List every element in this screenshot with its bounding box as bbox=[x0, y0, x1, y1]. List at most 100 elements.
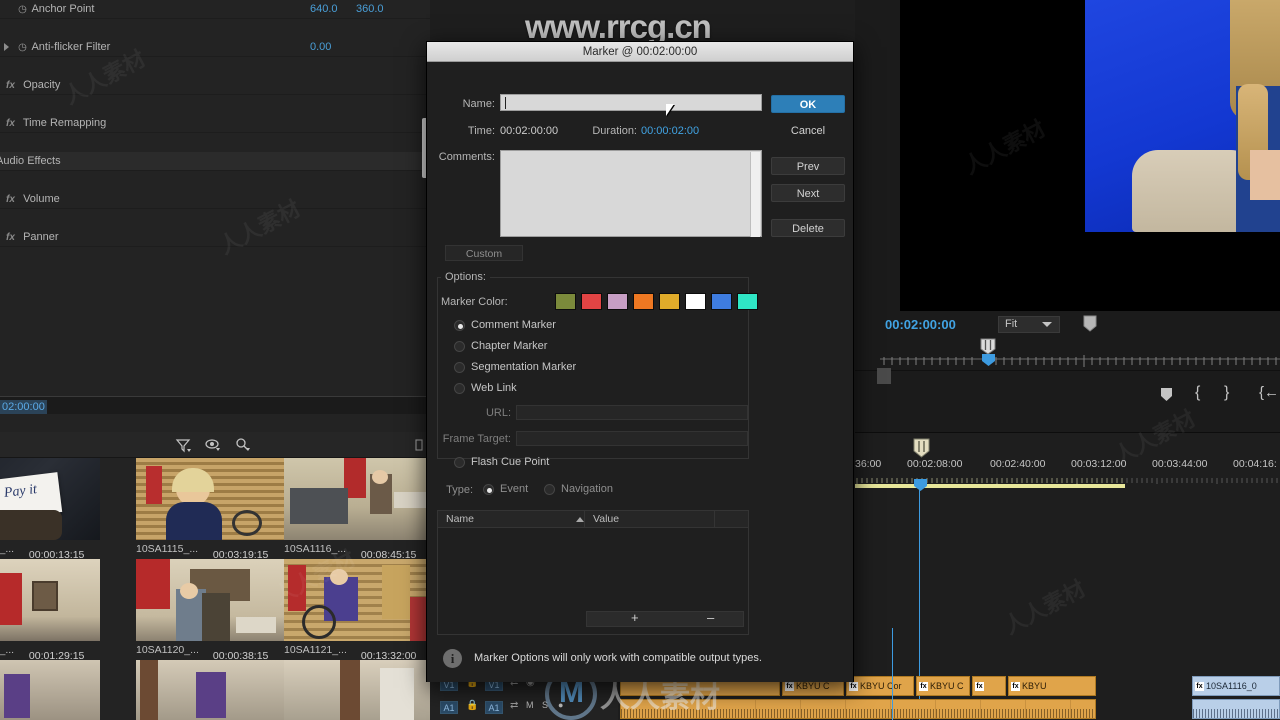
footer-note: Marker Options will only work with compa… bbox=[474, 652, 762, 664]
solo-icon[interactable]: S bbox=[542, 700, 548, 710]
marker-color-swatch-red[interactable] bbox=[581, 293, 602, 310]
marker-color-swatch-violet[interactable] bbox=[607, 293, 628, 310]
timeline-clip[interactable]: fx KBYU C bbox=[916, 676, 970, 696]
effect-value-x[interactable]: 640.0 bbox=[310, 0, 338, 19]
mute-icon[interactable]: M bbox=[526, 700, 534, 710]
radio-type-navigation[interactable] bbox=[544, 484, 555, 495]
chevron-right-icon[interactable] bbox=[4, 43, 9, 51]
marker-color-swatch-blue[interactable] bbox=[711, 293, 732, 310]
clip-thumbnail[interactable] bbox=[136, 559, 284, 641]
marker-color-swatch-cyan[interactable] bbox=[737, 293, 758, 310]
sort-ascending-icon[interactable] bbox=[576, 517, 584, 522]
radio-flash-cue-point[interactable] bbox=[454, 457, 465, 468]
out-point-icon[interactable]: } bbox=[1224, 384, 1229, 402]
clip-thumbnail[interactable] bbox=[284, 559, 432, 641]
program-monitor-timecode[interactable]: 00:02:00:00 bbox=[885, 317, 956, 332]
clip-name: 10SA1119_... bbox=[0, 644, 15, 656]
radio-chapter-marker[interactable] bbox=[454, 341, 465, 352]
clip-thumbnail[interactable] bbox=[136, 458, 284, 540]
clip-thumbnail[interactable] bbox=[0, 660, 100, 720]
list-item[interactable]: 10SA1116_... 00:08:45:15 bbox=[284, 458, 432, 561]
list-item[interactable]: 10SA1119_... 00:01:29:15 bbox=[0, 559, 100, 662]
table-column-value[interactable]: Value bbox=[593, 513, 619, 525]
radio-comment-marker[interactable] bbox=[454, 320, 465, 331]
timeline-audio-clip[interactable] bbox=[1192, 699, 1280, 719]
prev-button[interactable]: Prev bbox=[771, 157, 845, 175]
list-item[interactable] bbox=[0, 660, 100, 720]
list-item[interactable] bbox=[136, 660, 284, 720]
frame-target-input[interactable] bbox=[516, 431, 748, 446]
next-button[interactable]: Next bbox=[771, 184, 845, 202]
clip-thumbnail[interactable] bbox=[0, 559, 100, 641]
program-monitor-video[interactable] bbox=[900, 0, 1280, 311]
timeline-playhead-handle[interactable] bbox=[913, 478, 928, 497]
mouse-cursor bbox=[666, 104, 679, 116]
clip-thumbnail[interactable] bbox=[136, 660, 284, 720]
name-input[interactable] bbox=[500, 94, 762, 111]
filter-icon[interactable] bbox=[174, 437, 192, 453]
url-input[interactable] bbox=[516, 405, 748, 420]
lock-icon[interactable]: 🔒 bbox=[466, 700, 478, 711]
effect-group-audio-effects[interactable]: Audio Effects bbox=[0, 152, 430, 171]
effect-value[interactable]: 0.00 bbox=[310, 38, 331, 57]
cancel-button[interactable]: Cancel bbox=[771, 122, 845, 140]
timeline-clip[interactable]: fx bbox=[972, 676, 1006, 696]
marker-icon[interactable] bbox=[1160, 387, 1173, 402]
tab-custom[interactable]: Custom bbox=[445, 245, 523, 261]
stopwatch-icon[interactable]: ◷ bbox=[16, 0, 29, 19]
timeline-audio-clip[interactable] bbox=[620, 699, 1096, 719]
chevron-down-icon[interactable] bbox=[1042, 322, 1052, 327]
track-header-a1-toggle[interactable]: A1 bbox=[485, 701, 503, 714]
effect-value-y[interactable]: 360.0 bbox=[356, 0, 384, 19]
voice-over-icon[interactable]: ● bbox=[558, 700, 563, 710]
sync-lock-icon[interactable]: ⇄ bbox=[510, 700, 518, 711]
delete-button[interactable]: Delete bbox=[771, 219, 845, 237]
ok-button[interactable]: OK bbox=[771, 95, 845, 113]
export-frame-icon[interactable]: {← bbox=[1259, 384, 1279, 401]
effect-row-anchor-point[interactable]: ◷ Anchor Point 640.0 360.0 bbox=[0, 0, 430, 19]
table-column-name[interactable]: Name bbox=[446, 513, 474, 525]
effect-row-time-remapping[interactable]: fx Time Remapping bbox=[0, 114, 430, 133]
timeline-clip[interactable]: fx KBYU Cor bbox=[846, 676, 914, 696]
fx-badge-icon: fx bbox=[975, 682, 984, 691]
clip-thumbnail[interactable]: Pay it bbox=[0, 458, 100, 540]
marker-icon[interactable] bbox=[1083, 315, 1097, 332]
effect-row-anti-flicker[interactable]: ◷ Anti-flicker Filter 0.00 bbox=[0, 38, 430, 57]
timeline-clip[interactable]: fx 10SA1116_0 bbox=[1192, 676, 1280, 696]
timeline-clip[interactable]: fx KBYU bbox=[1008, 676, 1096, 696]
stopwatch-icon[interactable]: ◷ bbox=[16, 38, 29, 57]
list-item[interactable]: Pay it 10SA1114_... 00:00:13:15 bbox=[0, 458, 100, 561]
list-item[interactable]: 10SA1115_... 00:03:19:15 bbox=[136, 458, 284, 561]
list-item[interactable] bbox=[284, 660, 432, 720]
comments-scrollbar[interactable] bbox=[750, 152, 760, 237]
marker-color-swatch-white[interactable] bbox=[685, 293, 706, 310]
list-item[interactable]: 10SA1121_... 00:13:32:00 bbox=[284, 559, 432, 662]
effect-row-panner[interactable]: fx Panner bbox=[0, 228, 430, 247]
radio-web-link[interactable] bbox=[454, 383, 465, 394]
clip-thumbnail[interactable] bbox=[284, 660, 432, 720]
program-monitor-ruler[interactable] bbox=[880, 355, 1280, 369]
work-area-bar[interactable] bbox=[855, 484, 1125, 488]
ruler-label: 00:02:40:00 bbox=[990, 458, 1046, 470]
marker-color-swatch-gold[interactable] bbox=[659, 293, 680, 310]
remove-row-button[interactable]: – bbox=[707, 610, 714, 625]
radio-type-event[interactable] bbox=[483, 484, 494, 495]
add-row-button[interactable]: + bbox=[631, 610, 639, 625]
list-item[interactable]: 10SA1120_... 00:00:38:15 bbox=[136, 559, 284, 662]
program-monitor: 00:02:00:00 Fit {} {← bbox=[855, 0, 1280, 432]
effect-controls-timecode[interactable]: 02:00:00 bbox=[0, 400, 47, 414]
in-point-icon[interactable]: { bbox=[1195, 384, 1200, 402]
marker-color-swatch-orange[interactable] bbox=[633, 293, 654, 310]
search-icon[interactable] bbox=[234, 437, 252, 453]
track-header-a1[interactable]: A1 bbox=[440, 701, 458, 714]
timeline-ruler[interactable]: 36:00 00:02:08:00 00:02:40:00 00:03:12:0… bbox=[855, 446, 1280, 480]
effect-row-opacity[interactable]: fx Opacity bbox=[0, 76, 430, 95]
fx-badge-icon: fx bbox=[1011, 682, 1020, 691]
radio-segmentation-marker[interactable] bbox=[454, 362, 465, 373]
duration-value[interactable]: 00:00:02:00 bbox=[641, 125, 699, 137]
effect-row-volume[interactable]: fx Volume bbox=[0, 190, 430, 209]
eye-icon[interactable] bbox=[204, 437, 222, 453]
clip-thumbnail[interactable] bbox=[284, 458, 432, 540]
marker-color-swatch-olive[interactable] bbox=[555, 293, 576, 310]
comments-textarea[interactable] bbox=[500, 150, 762, 237]
